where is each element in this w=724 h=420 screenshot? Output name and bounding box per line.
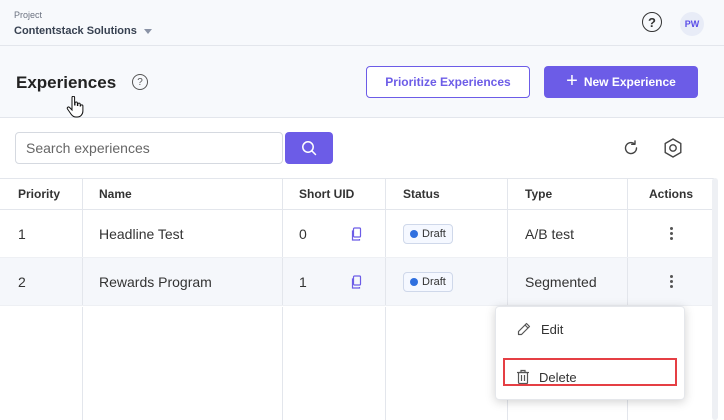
status-cell: Draft <box>386 258 508 305</box>
refresh-icon[interactable] <box>622 139 640 157</box>
table-row[interactable]: 1 Headline Test 0 Draft A/B test <box>0 210 714 258</box>
column-divider <box>386 307 508 420</box>
column-header-short-uid[interactable]: Short UID <box>283 179 386 209</box>
actions-cell <box>628 210 714 257</box>
status-label: Draft <box>422 275 446 288</box>
help-icon[interactable]: ? <box>132 74 148 90</box>
column-header-status[interactable]: Status <box>386 179 508 209</box>
menu-item-label: Edit <box>541 321 564 337</box>
menu-item-edit[interactable]: Edit <box>496 311 686 347</box>
status-dot-icon <box>410 229 418 238</box>
status-badge: Draft <box>403 223 453 244</box>
top-bar: Project Contentstack Solutions ? PW <box>0 0 724 46</box>
short-uid-cell: 1 <box>283 258 386 305</box>
status-badge: Draft <box>403 271 453 292</box>
chevron-down-icon <box>143 29 152 34</box>
column-divider <box>0 307 83 420</box>
actions-cell <box>628 258 714 305</box>
short-uid-value: 0 <box>299 225 307 242</box>
page-title: Experiences <box>16 73 117 92</box>
status-label: Draft <box>422 227 446 240</box>
more-options-icon[interactable] <box>669 273 673 290</box>
project-name: Contentstack Solutions <box>14 25 137 37</box>
priority-cell: 1 <box>0 210 83 257</box>
avatar[interactable]: PW <box>680 12 704 36</box>
hand-cursor-icon <box>66 96 84 118</box>
column-divider <box>283 307 386 420</box>
help-icon[interactable]: ? <box>642 12 662 32</box>
column-header-priority[interactable]: Priority <box>0 179 83 209</box>
experiences-table: Priority Name Short UID Status Type Acti… <box>0 178 714 306</box>
more-options-icon[interactable] <box>669 225 673 242</box>
column-header-actions: Actions <box>648 187 693 201</box>
short-uid-value: 1 <box>299 273 307 290</box>
priority-cell: 2 <box>0 258 83 305</box>
copy-icon[interactable] <box>351 274 363 289</box>
table-header: Priority Name Short UID Status Type Acti… <box>0 178 714 210</box>
type-cell: A/B test <box>508 210 628 257</box>
name-cell: Rewards Program <box>83 258 283 305</box>
copy-icon[interactable] <box>351 226 363 241</box>
table-row[interactable]: 2 Rewards Program 1 Draft Segmented <box>0 258 714 306</box>
prioritize-experiences-button[interactable]: Prioritize Experiences <box>366 66 530 98</box>
type-cell: Segmented <box>508 258 628 305</box>
settings-icon[interactable] <box>662 137 684 159</box>
column-header-type[interactable]: Type <box>508 179 628 209</box>
search-button[interactable] <box>285 132 333 164</box>
column-header-name[interactable]: Name <box>83 179 283 209</box>
project-selector[interactable]: Contentstack Solutions <box>14 25 152 37</box>
short-uid-cell: 0 <box>283 210 386 257</box>
status-dot-icon <box>410 277 418 286</box>
search-icon <box>302 141 317 156</box>
delete-highlight-box <box>503 358 677 386</box>
column-divider <box>83 307 283 420</box>
plus-icon: + <box>566 70 578 92</box>
project-label: Project <box>14 10 43 20</box>
page-header: Experiences ? Prioritize Experiences + N… <box>0 46 724 118</box>
new-experience-label: New Experience <box>583 75 676 89</box>
search-input[interactable] <box>15 132 283 164</box>
name-cell: Headline Test <box>83 210 283 257</box>
vertical-scrollbar[interactable] <box>712 178 718 420</box>
status-cell: Draft <box>386 210 508 257</box>
pencil-icon <box>517 322 531 336</box>
new-experience-button[interactable]: + New Experience <box>544 66 698 98</box>
